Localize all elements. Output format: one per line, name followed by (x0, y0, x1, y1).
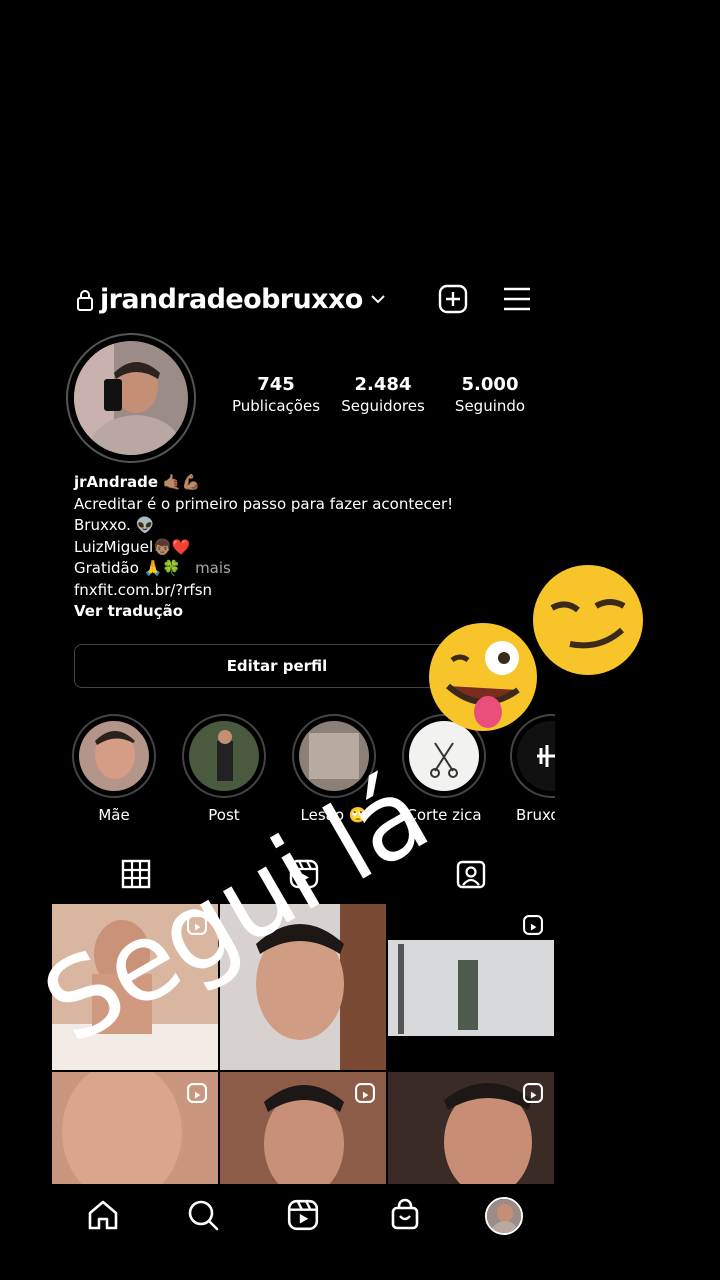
followers-count: 2.484 (354, 374, 412, 395)
bio-line-1: Acreditar é o primeiro passo para fazer … (74, 494, 454, 513)
highlight-ring (182, 714, 266, 798)
grid-post[interactable] (388, 904, 554, 1070)
highlight-image (79, 721, 149, 791)
grid-tab-icon[interactable] (120, 858, 152, 890)
highlight-ring (72, 714, 156, 798)
bio-link[interactable]: fnxfit.com.br/?rfsn (74, 580, 453, 602)
bio-line-3: LuizMiguel (74, 537, 154, 556)
following-label: Seguindo (454, 397, 526, 415)
stat-following[interactable]: 5.000 Seguindo (440, 374, 540, 415)
lock-icon (77, 290, 93, 311)
highlight-item[interactable]: Mãe (72, 714, 156, 824)
grid-post[interactable] (52, 1072, 218, 1184)
followers-label: Seguidores (341, 397, 425, 415)
following-count: 5.000 (461, 374, 519, 395)
highlight-item[interactable]: Post (182, 714, 266, 824)
bio-line-4: Gratidão (74, 559, 139, 577)
menu-icon[interactable] (502, 286, 532, 312)
heart-emoji: 👦🏽❤️ (153, 537, 191, 556)
profile-avatar-icon[interactable] (485, 1197, 523, 1235)
highlight-label: Post (208, 806, 240, 824)
alien-emoji: 👽 (135, 516, 155, 534)
reel-badge-icon (523, 1083, 543, 1103)
highlight-label: Mãe (98, 806, 130, 824)
bio: jrAndrade 🤙🏽💪🏽 Acreditar é o primeiro pa… (74, 472, 453, 623)
reel-badge-icon (187, 1083, 207, 1103)
stat-followers[interactable]: 2.484 Seguidores (333, 374, 433, 415)
avatar[interactable] (74, 341, 188, 455)
new-post-icon[interactable] (438, 284, 468, 314)
reel-badge-icon (355, 1083, 375, 1103)
edit-profile-button[interactable]: Editar perfil (74, 644, 480, 688)
smirk-face-emoji-icon (533, 565, 643, 675)
shop-icon[interactable] (388, 1198, 422, 1232)
profile-name: jrAndrade (74, 473, 158, 491)
highlight-label: Bruxo (516, 806, 555, 824)
bottom-nav (52, 1190, 555, 1242)
zany-face-emoji-icon (429, 623, 537, 731)
highlight-image (189, 721, 259, 791)
bio-emoji: 🤙🏽💪🏽 (162, 473, 201, 491)
posts-count: 745 (257, 374, 295, 395)
grid-post[interactable] (388, 1072, 554, 1184)
pray-emoji: 🙏🍀 (143, 559, 182, 577)
username[interactable]: jrandradeobruxxo (100, 284, 363, 315)
tagged-tab-icon[interactable] (455, 858, 487, 890)
reel-badge-icon (523, 915, 543, 935)
chevron-down-icon[interactable] (370, 291, 386, 307)
translate-link[interactable]: Ver tradução (74, 601, 453, 623)
reels-icon[interactable] (286, 1198, 320, 1232)
profile-header: jrandradeobruxxo (74, 280, 544, 320)
search-icon[interactable] (186, 1198, 220, 1232)
stat-posts[interactable]: 745 Publicações (226, 374, 326, 415)
home-icon[interactable] (86, 1198, 120, 1232)
more-link[interactable]: mais (195, 559, 231, 577)
posts-label: Publicações (231, 397, 321, 415)
bio-line-2: Bruxxo. (74, 516, 131, 534)
grid-post[interactable] (220, 1072, 386, 1184)
